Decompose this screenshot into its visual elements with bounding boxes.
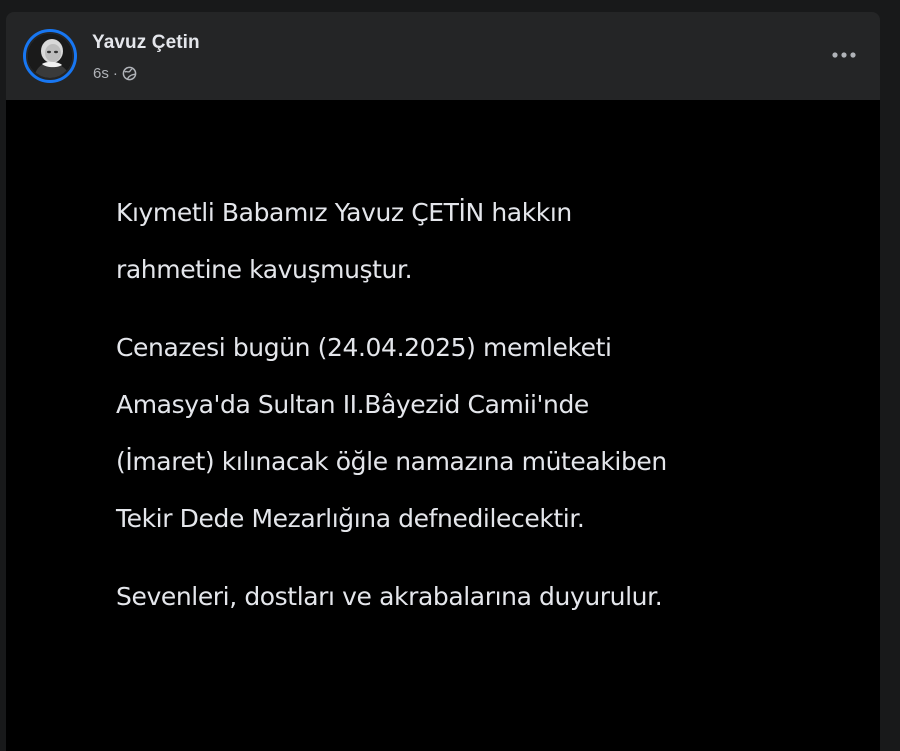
top-background	[0, 0, 900, 12]
text-line: Amasya'da Sultan II.Bâyezid Camii'nde	[116, 390, 589, 419]
avatar-portrait-icon	[28, 34, 72, 78]
post-meta: 6s ·	[93, 64, 137, 82]
text-line: Cenazesi bugün (24.04.2025) memleketi	[116, 333, 612, 362]
avatar-photo	[26, 32, 74, 80]
meta-separator: ·	[112, 64, 118, 82]
post-card: Yavuz Çetin 6s · Kıymetli Babamız Yavuz …	[6, 12, 880, 751]
text-line: Kıymetli Babamız Yavuz ÇETİN hakkın	[116, 198, 572, 227]
text-line: rahmetine kavuşmuştur.	[116, 255, 413, 284]
post-timestamp[interactable]: 6s	[93, 65, 109, 82]
more-options-icon	[832, 52, 856, 58]
globe-icon[interactable]	[122, 66, 137, 81]
text-line: Tekir Dede Mezarlığına defnedilecektir.	[116, 504, 585, 533]
post-image[interactable]: Kıymetli Babamız Yavuz ÇETİN hakkın rahm…	[6, 100, 880, 751]
image-text: Kıymetli Babamız Yavuz ÇETİN hakkın rahm…	[116, 184, 816, 625]
avatar[interactable]	[23, 29, 77, 83]
post-header: Yavuz Çetin 6s ·	[6, 12, 880, 100]
text-line: Sevenleri, dostları ve akrabalarına duyu…	[116, 582, 663, 611]
page: Yavuz Çetin 6s · Kıymetli Babamız Yavuz …	[0, 0, 900, 751]
text-line: (İmaret) kılınacak öğle namazına müteaki…	[116, 447, 667, 476]
more-options-button[interactable]	[826, 40, 862, 70]
author-name[interactable]: Yavuz Çetin	[92, 32, 200, 54]
